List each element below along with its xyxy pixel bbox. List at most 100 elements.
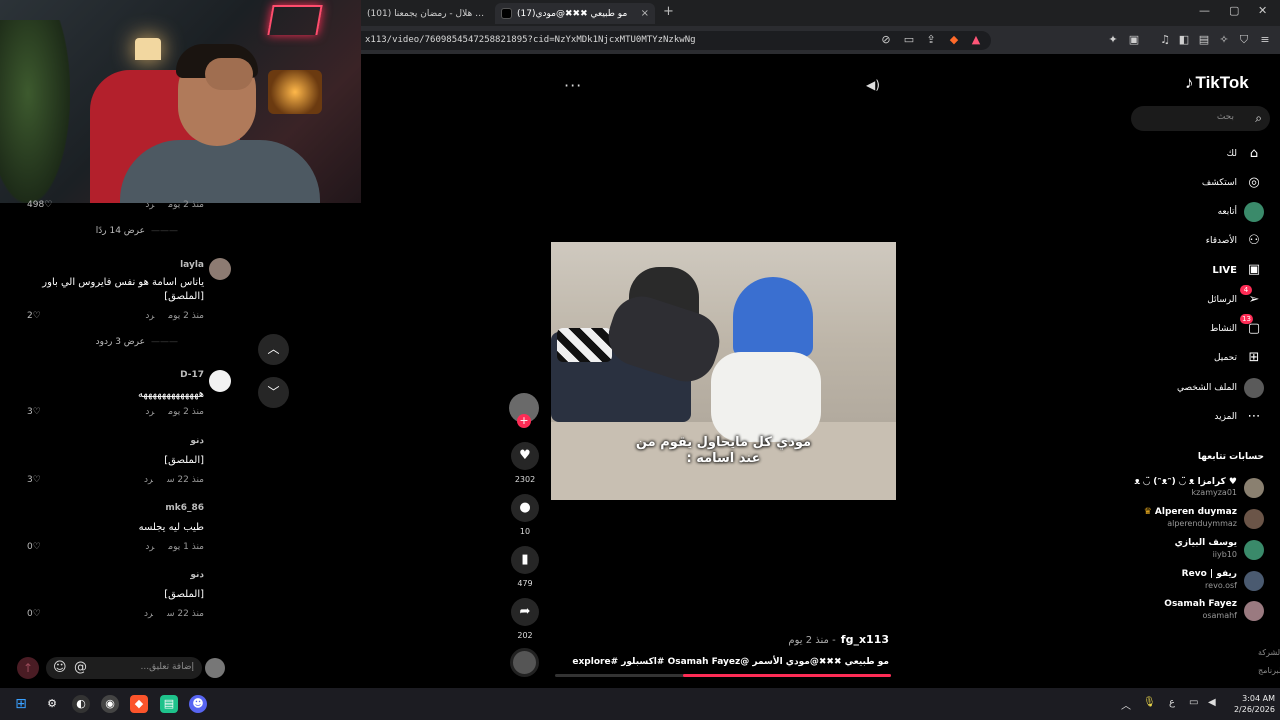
discord-icon[interactable]: ☻ [189, 695, 207, 713]
menu-icon[interactable]: ≡ [1258, 33, 1272, 47]
comment-likes[interactable]: 3♡ [27, 475, 41, 485]
network-icon[interactable]: ▭ [1189, 697, 1198, 708]
maximize-button[interactable]: ▢ [1229, 4, 1239, 17]
more-options-button[interactable]: ··· [564, 76, 582, 95]
save-button[interactable]: ▮ 479 [510, 546, 540, 588]
comment-username[interactable]: دنو [190, 570, 204, 580]
comment-username[interactable]: دنو [190, 436, 204, 446]
crown-icon: ♛ [1143, 507, 1155, 517]
follow-button[interactable]: + [517, 414, 531, 428]
wallet-icon[interactable]: ▤ [1197, 33, 1211, 47]
like-button[interactable]: ♥ 2302 [510, 442, 540, 484]
settings-gear-icon[interactable]: ⚙ [43, 695, 61, 713]
windows-start-icon[interactable]: ⊞ [12, 695, 30, 713]
comment-likes[interactable]: 3♡ [27, 407, 41, 417]
commenter-avatar[interactable] [209, 258, 231, 280]
video-person [733, 277, 813, 357]
following-account[interactable]: يوسف البيازي iiyb10 [1134, 538, 1264, 562]
sidebar-icon[interactable]: ◧ [1177, 33, 1191, 47]
video-progress-bar[interactable] [555, 674, 891, 677]
nav-label: المزيد [1214, 412, 1237, 422]
following-account[interactable]: ♛ Alperen duymaz alperenduymmaz [1134, 507, 1264, 531]
nav-item-upload[interactable]: ⊞ تحميل [1214, 348, 1264, 368]
emoji-icon[interactable]: ☺ [53, 660, 67, 675]
account-name: ᴥ ◡̈ (ᵔᴥᵔ) ◡̈ ᴥ كرامزا ♥ [1134, 477, 1237, 487]
tray-chevron-icon[interactable]: ︿ [1121, 697, 1131, 712]
comment-input[interactable]: ☺ @ إضافة تعليق... [46, 657, 202, 679]
my-avatar [205, 658, 225, 678]
footer-link-company[interactable]: الشركة [1258, 648, 1280, 657]
new-tab-button[interactable]: + [663, 4, 674, 19]
video-player[interactable]: مودي كل مايحاول يقوم من عند اسامه : [551, 242, 896, 500]
music-disc-icon[interactable] [510, 648, 539, 677]
nav-item-activity[interactable]: ▢ 13 النشاط [1210, 314, 1264, 339]
comment-likes[interactable]: 498♡ [27, 200, 52, 210]
tab-manager-icon[interactable]: ▣ [1127, 33, 1141, 47]
nav-item-more[interactable]: ⋯ المزيد [1214, 407, 1264, 427]
app-icon[interactable]: ◐ [72, 695, 90, 713]
nav-item-following[interactable]: أتابعه [1218, 202, 1264, 222]
previous-video-button[interactable]: ︿ [258, 334, 289, 365]
nav-item-explore[interactable]: ◎ استكشف [1202, 173, 1264, 193]
brave-browser-icon[interactable]: ◆ [130, 695, 148, 713]
language-indicator[interactable]: ع [1169, 697, 1175, 708]
view-replies-button[interactable]: عرض 3 ردود [96, 337, 178, 347]
tiktok-logo[interactable]: ♪ TikTok [1185, 73, 1249, 93]
heart-icon: ♥ [511, 442, 539, 470]
following-account[interactable]: ᴥ ◡̈ (ᵔᴥᵔ) ◡̈ ᴥ كرامزا ♥ kzamyza01 [1134, 476, 1264, 500]
footer-link-program[interactable]: البرنامج [1258, 666, 1280, 675]
account-avatar [1244, 509, 1264, 529]
lamp-decor [135, 38, 161, 60]
tiktok-wordmark: TikTok [1195, 73, 1249, 92]
cast-icon[interactable]: ▭ [902, 33, 916, 47]
activity-badge: 13 [1240, 314, 1253, 324]
brave-shield-icon[interactable]: ◆ [947, 33, 961, 47]
comment-likes[interactable]: 0♡ [27, 542, 41, 552]
minimize-button[interactable]: — [1199, 4, 1210, 17]
tab-close-icon[interactable]: × [641, 8, 649, 19]
microphone-icon[interactable]: 🎙 [1143, 697, 1156, 708]
tab-ramadan[interactable]: (101) مرحب يا هلال - رمضان يجمعنا [361, 3, 491, 24]
send-comment-button[interactable]: ↑ [17, 657, 39, 679]
taskbar-clock[interactable]: 3:04 AM 2/26/2026 [1225, 693, 1275, 715]
nav-item-friends[interactable]: ⚇ الأصدقاء [1206, 231, 1264, 251]
speaker-icon[interactable]: ◀ [1208, 697, 1216, 708]
comment-likes[interactable]: 0♡ [27, 609, 41, 619]
mention-icon[interactable]: @ [74, 660, 87, 675]
ai-icon[interactable]: ✧ [1217, 33, 1231, 47]
nav-item-for-you[interactable]: ⌂ لك [1227, 144, 1264, 164]
compass-icon: ◎ [1248, 175, 1260, 190]
following-account[interactable]: Revo | ريفو revo.osf [1134, 569, 1264, 593]
volume-icon[interactable]: ◀) [866, 78, 880, 92]
steam-icon[interactable]: ◉ [101, 695, 119, 713]
chat-app-icon[interactable]: ▤ [160, 695, 178, 713]
video-author[interactable]: fg_x113 [841, 633, 889, 646]
close-window-button[interactable]: ✕ [1258, 4, 1267, 17]
no-tracking-icon[interactable]: ⊘ [879, 33, 893, 47]
comment-username[interactable]: mk6_86 [165, 503, 204, 513]
brave-rewards-icon[interactable]: ▲ [969, 33, 983, 47]
nav-item-messages[interactable]: ➢ 4 الرسائل [1207, 285, 1264, 310]
video-caption-line: مودي كل مايحاول يقوم من [635, 435, 812, 450]
nav-item-profile[interactable]: الملف الشخصي [1177, 378, 1264, 398]
nav-item-live[interactable]: ▣ LIVE [1212, 260, 1264, 280]
search-icon[interactable]: ⌕ [1255, 111, 1262, 126]
commenter-avatar[interactable] [209, 370, 231, 392]
following-account[interactable]: Osamah Fayez osamahf [1134, 599, 1264, 623]
video-person [711, 352, 821, 442]
tab-tiktok[interactable]: (17)مو طبيعي ✖✖✖@مودي × [495, 3, 655, 24]
comment-username[interactable]: layla [180, 260, 204, 270]
view-replies-button[interactable]: عرض 14 ردًا [96, 226, 178, 236]
vpn-icon[interactable]: ⛉ [1237, 33, 1251, 47]
share-button[interactable]: ➦ 202 [510, 598, 540, 640]
video-header: fg_x113 - منذ 2 يوم [555, 628, 889, 647]
search-input[interactable]: ⌕ بحث [1131, 106, 1270, 131]
share-icon[interactable]: ⇪ [924, 33, 938, 47]
extensions-icon[interactable]: ✦ [1106, 33, 1120, 47]
comment-username[interactable]: D-17 [180, 370, 204, 380]
comment-likes[interactable]: 2♡ [27, 311, 41, 321]
music-icon[interactable]: ♫ [1158, 33, 1172, 47]
url-field[interactable]: x113/video/7609854547258821895?cid=NzYxM… [361, 31, 991, 50]
next-video-button[interactable]: ﹀ [258, 377, 289, 408]
comment-button[interactable]: ● 10 [510, 494, 540, 536]
